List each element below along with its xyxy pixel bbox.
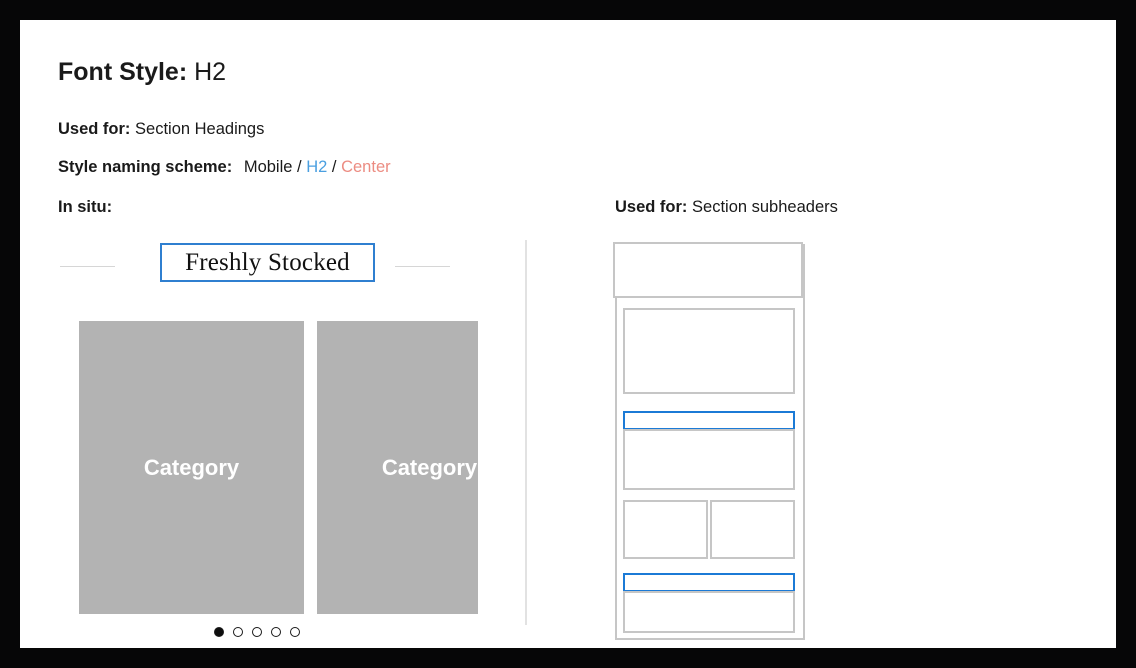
pagination-dot[interactable] [270,627,281,637]
page-title: Font Style: H2 [58,58,226,87]
carousel-pagination[interactable] [58,627,455,637]
wireframe-half-block-right [710,500,795,559]
category-card[interactable]: Category [317,321,478,614]
scheme-alignment: Center [341,158,391,176]
pagination-dot[interactable] [232,627,243,637]
section-heading-row: Freshly Stocked [58,243,455,291]
in-situ-mockup: Freshly Stocked Category Category [58,233,478,637]
page-canvas: Font Style: H2 Used for: Section Heading… [20,20,1116,648]
used-for-row: Used for: Section Headings [58,120,264,139]
pagination-dot[interactable] [289,627,300,637]
page-title-value: H2 [194,58,227,86]
used-for-label: Used for: [58,120,131,138]
scheme-separator-2: / [331,158,337,176]
right-used-for-row: Used for: Section subheaders [615,198,838,217]
wireframe-hero-block [623,308,795,394]
right-used-for-label: Used for: [615,198,688,216]
used-for-value: Section Headings [135,120,265,138]
category-card[interactable]: Category [79,321,304,614]
section-heading-text: Freshly Stocked [185,248,350,276]
wireframe-subheader-bar-1 [623,411,795,430]
style-naming-scheme-row: Style naming scheme: Mobile / H2 / Cente… [58,158,391,177]
pagination-dot[interactable] [213,627,224,637]
heading-rule-right [395,266,450,267]
panel-divider [525,240,527,625]
wireframe-subheader-bar-2 [623,573,795,592]
wireframe-header-block [613,242,803,298]
wireframe-content-block-2 [623,591,795,633]
in-situ-label: In situ: [58,198,113,216]
page-title-label: Font Style: [58,58,188,86]
scheme-platform: Mobile [243,158,293,176]
category-card-label: Category [381,454,478,480]
wireframe-half-block-left [623,500,708,559]
heading-rule-left [60,266,115,267]
style-naming-scheme-label: Style naming scheme: [58,158,233,176]
category-carousel[interactable]: Category Category [79,321,478,614]
pagination-dot[interactable] [251,627,262,637]
style-naming-scheme-value: Mobile / H2 / Center [244,158,391,176]
scheme-separator-1: / [297,158,302,176]
category-card-label: Category [143,454,240,480]
wireframe-diagram [613,242,805,640]
right-used-for-value: Section subheaders [692,198,838,216]
wireframe-content-block-1 [623,429,795,490]
heading-selection-box[interactable]: Freshly Stocked [160,243,375,282]
scheme-style: H2 [306,158,328,176]
